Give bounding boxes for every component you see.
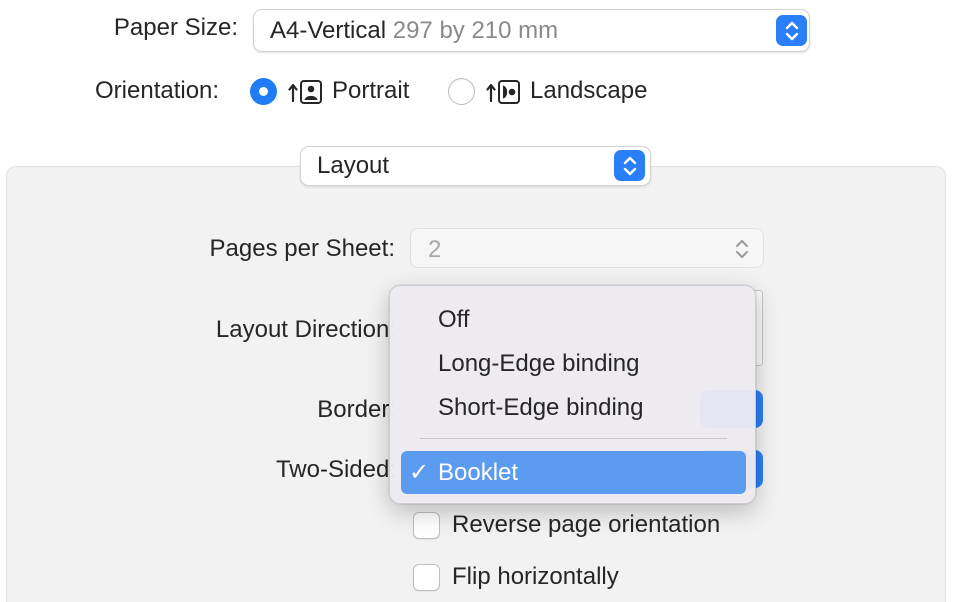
paper-size-value: A4-Vertical 297 by 210 mm: [254, 17, 558, 45]
layout-direction-label: Layout Direction:: [215, 316, 396, 343]
two-sided-menu: Off Long-Edge binding Short-Edge binding…: [389, 285, 756, 504]
paper-size-stepper-icon: [776, 15, 807, 46]
paper-size-name: A4-Vertical: [270, 16, 387, 44]
flip-horizontally-checkbox[interactable]: [413, 564, 440, 591]
menu-item-booklet[interactable]: ✓ Booklet: [401, 451, 746, 494]
two-sided-label: Two-Sided:: [275, 456, 396, 483]
menu-separator: [420, 438, 727, 439]
pages-per-sheet-value: 2: [428, 236, 442, 263]
flip-horizontally-label[interactable]: Flip horizontally: [452, 563, 619, 591]
paper-size-label: Paper Size:: [113, 14, 238, 41]
portrait-orientation-icon: [288, 79, 324, 110]
pages-per-sheet-popup[interactable]: 2: [410, 228, 764, 268]
pages-per-sheet-label: Pages per Sheet:: [209, 235, 395, 262]
landscape-label[interactable]: Landscape: [530, 77, 647, 105]
section-stepper-icon: [614, 150, 645, 181]
reverse-page-orientation-label[interactable]: Reverse page orientation: [452, 511, 720, 539]
landscape-radio[interactable]: [448, 78, 475, 105]
landscape-orientation-icon: [486, 79, 522, 110]
portrait-radio[interactable]: [250, 78, 277, 105]
portrait-label[interactable]: Portrait: [332, 77, 409, 105]
menu-item-short-edge-binding[interactable]: Short-Edge binding: [390, 386, 755, 430]
border-label: Border:: [317, 396, 396, 423]
section-popup[interactable]: Layout: [300, 146, 651, 186]
checkmark-icon: ✓: [409, 459, 430, 486]
pages-per-sheet-stepper-icon: [734, 237, 750, 266]
menu-item-off[interactable]: Off: [390, 298, 755, 342]
paper-size-popup[interactable]: A4-Vertical 297 by 210 mm: [253, 9, 810, 52]
orientation-label: Orientation:: [95, 77, 220, 104]
menu-item-booklet-label: Booklet: [438, 458, 519, 486]
menu-item-long-edge-binding[interactable]: Long-Edge binding: [390, 342, 755, 386]
reverse-page-orientation-checkbox[interactable]: [413, 512, 440, 539]
section-value: Layout: [317, 152, 390, 179]
paper-size-dimensions: 297 by 210 mm: [392, 16, 559, 44]
